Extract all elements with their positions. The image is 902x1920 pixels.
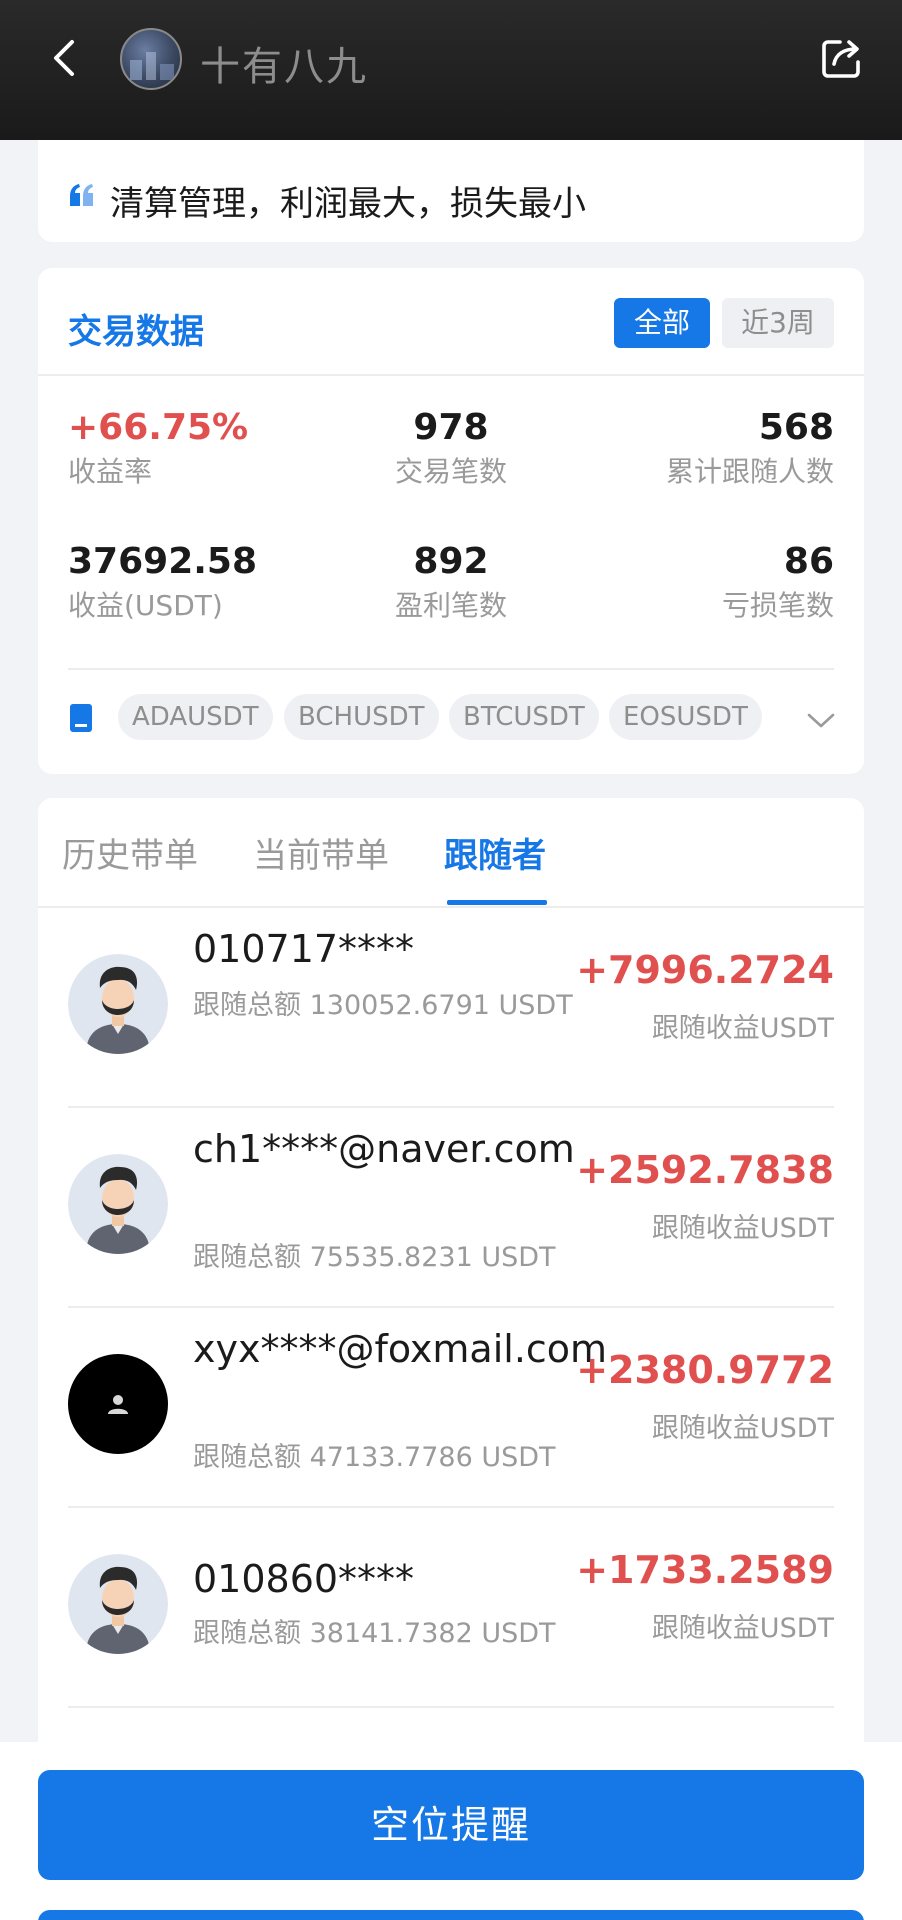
stat-follower-total: 568 累计跟随人数 (574, 406, 834, 492)
motto-text: 清算管理，利润最大，损失最小 (110, 184, 586, 224)
follower-amount: 跟随总额 38141.7382 USDT (193, 1618, 556, 1649)
trade-data-card: 交易数据 全部 近3周 +66.75% 收益率 978 交易笔数 568 累计跟… (38, 268, 864, 774)
default-user-avatar (68, 1354, 168, 1454)
follower-profit: +2380.9772 (576, 1348, 834, 1392)
divider (38, 374, 864, 376)
segment-all[interactable]: 全部 (614, 298, 710, 348)
stat-label: 累计跟随人数 (665, 455, 834, 488)
follower-profit-label: 跟随收益USDT (651, 1413, 834, 1444)
follower-profit-label: 跟随收益USDT (651, 1013, 834, 1044)
follower-profit: +7996.2724 (576, 948, 834, 992)
tab-current-orders[interactable]: 当前带单 (253, 828, 389, 877)
back-icon[interactable] (44, 36, 88, 80)
stat-value: +66.75% (68, 407, 249, 448)
bearded-man-avatar (68, 1154, 168, 1254)
share-icon[interactable] (818, 34, 866, 82)
symbol-tag: BCHUSDT (284, 694, 439, 740)
follower-amount: 跟随总额 130052.6791 USDT (193, 990, 573, 1021)
chevron-down-icon[interactable] (806, 708, 836, 732)
follower-row[interactable]: ch1****@naver.com 跟随总额 75535.8231 USDT +… (38, 1108, 864, 1308)
follower-profit-label: 跟随收益USDT (651, 1213, 834, 1244)
segment-3-weeks[interactable]: 近3周 (722, 298, 834, 348)
follower-row[interactable]: 010717**** 跟随总额 130052.6791 USDT +7996.2… (38, 908, 864, 1108)
follower-amount: 跟随总额 75535.8231 USDT (193, 1242, 556, 1273)
section-title: 交易数据 (68, 312, 204, 352)
divider (68, 668, 834, 670)
stat-value: 978 (413, 407, 489, 448)
stat-label: 收益(USDT) (68, 589, 223, 622)
stat-trade-count: 978 交易笔数 (331, 406, 571, 492)
follower-name: 010860**** (193, 1557, 415, 1601)
secondary-button-partial[interactable] (38, 1910, 864, 1920)
symbol-tag: EOSUSDT (609, 694, 762, 740)
trader-avatar[interactable] (120, 28, 182, 90)
stat-loss-count: 86 亏损笔数 (574, 540, 834, 626)
symbol-tag: ADAUSDT (118, 694, 273, 740)
stat-return-rate: +66.75% 收益率 (68, 406, 248, 492)
follower-name: xyx****@foxmail.com (193, 1327, 608, 1371)
follower-name: ch1****@naver.com (193, 1127, 575, 1171)
stat-label: 收益率 (68, 455, 153, 488)
bearded-man-avatar (68, 1554, 168, 1654)
stat-win-count: 892 盈利笔数 (331, 540, 571, 626)
follower-name: 010717**** (193, 927, 415, 971)
bearded-man-avatar (68, 954, 168, 1054)
avatar-image (68, 1154, 168, 1254)
stat-label: 交易笔数 (394, 455, 507, 488)
stat-value: 892 (413, 541, 489, 582)
follower-row[interactable]: 010860**** 跟随总额 38141.7382 USDT +1733.25… (38, 1508, 864, 1708)
follower-profit: +1733.2589 (576, 1548, 834, 1592)
vacancy-alert-button[interactable]: 空位提醒 (38, 1770, 864, 1880)
page-title: 十有八九 (200, 44, 368, 90)
tab-history-orders[interactable]: 历史带单 (62, 828, 198, 877)
avatar-image (68, 1554, 168, 1654)
avatar-image (68, 954, 168, 1054)
symbol-list-icon (70, 704, 92, 732)
stat-profit-usdt: 37692.58 收益(USDT) (68, 540, 257, 626)
tab-followers[interactable]: 跟随者 (444, 828, 546, 877)
follower-profit: +2592.7838 (576, 1148, 834, 1192)
quote-icon (70, 184, 93, 206)
stat-label: 亏损笔数 (721, 589, 834, 622)
trader-avatar-image (130, 52, 174, 80)
follower-profit-label: 跟随收益USDT (651, 1613, 834, 1644)
stat-value: 86 (783, 541, 834, 582)
motto-card: 清算管理，利润最大，损失最小 (38, 140, 864, 242)
follower-amount: 跟随总额 47133.7786 USDT (193, 1442, 556, 1473)
follower-row[interactable]: xyx****@foxmail.com 跟随总额 47133.7786 USDT… (38, 1308, 864, 1508)
user-icon (108, 1395, 128, 1414)
active-tab-indicator (447, 900, 547, 905)
followers-card: 历史带单 当前带单 跟随者 010717**** 跟随总额 130052.679… (38, 798, 864, 1798)
stat-value: 568 (758, 407, 834, 448)
top-header: 十有八九 (0, 0, 902, 140)
divider (68, 1706, 834, 1708)
symbol-tag: BTCUSDT (449, 694, 599, 740)
stat-label: 盈利笔数 (394, 589, 507, 622)
stat-value: 37692.58 (68, 541, 258, 582)
